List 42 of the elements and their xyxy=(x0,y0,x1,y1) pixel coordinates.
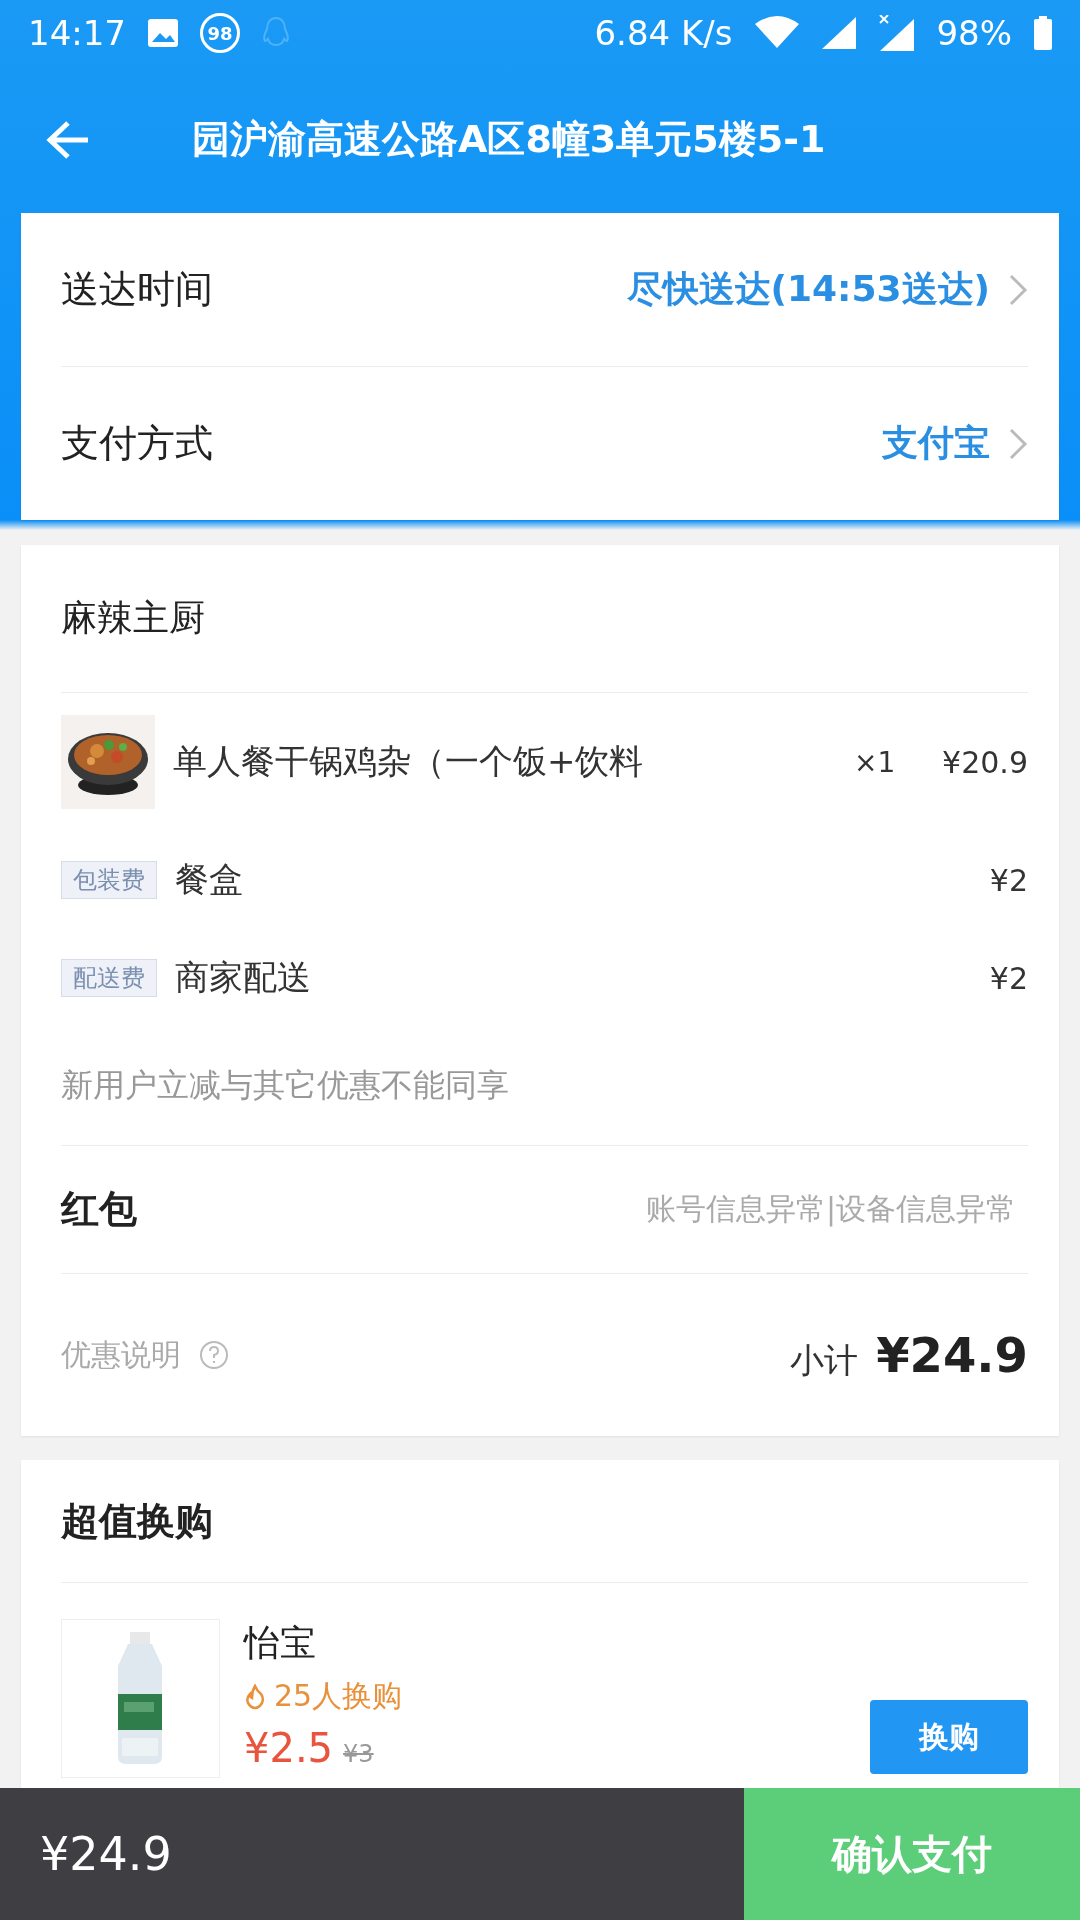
battery-percent: 98% xyxy=(936,13,1012,53)
fee-tag: 配送费 xyxy=(61,959,157,997)
clock-time: 14:17 xyxy=(28,13,126,53)
fee-price: ¥2 xyxy=(989,862,1028,898)
address-title: 园沪渝高速公路A区8幢3单元5楼5-1 xyxy=(192,116,826,163)
option-row[interactable]: 送达时间 尽快送达(14:53送达) xyxy=(61,213,1028,367)
subtotal-label: 小计 xyxy=(790,1339,859,1382)
fee-tag: 包装费 xyxy=(61,861,157,899)
fee-price: ¥2 xyxy=(989,960,1028,996)
chevron-right-icon xyxy=(1008,426,1028,461)
coupon-status: 账号信息异常|设备信息异常 xyxy=(645,1190,1016,1229)
original-price: ¥3 xyxy=(343,1740,374,1768)
signal-icon xyxy=(878,15,915,51)
item-quantity: ×1 xyxy=(854,745,897,779)
fee-name: 餐盒 xyxy=(175,858,244,901)
flame-icon xyxy=(244,1683,266,1710)
row-value: 支付宝 xyxy=(882,421,990,465)
sale-price: ¥2.5 xyxy=(244,1725,334,1771)
notification-badge: 98 xyxy=(200,13,240,53)
row-value: 尽快送达(14:53送达) xyxy=(626,267,990,311)
signal-icon xyxy=(822,17,857,49)
row-label: 支付方式 xyxy=(61,420,213,467)
row-label: 送达时间 xyxy=(61,266,213,313)
item-name: 单人餐干锅鸡杂（一个饭+饮料 xyxy=(173,740,645,783)
chevron-right-icon xyxy=(1008,272,1028,307)
coupon-row[interactable]: 红包 账号信息异常|设备信息异常 xyxy=(61,1146,1028,1274)
item-price: ¥20.9 xyxy=(942,744,1028,780)
image-icon xyxy=(148,19,178,47)
promo-note: 新用户立减与其它优惠不能同享 xyxy=(61,1065,509,1106)
coupon-label: 红包 xyxy=(61,1186,137,1233)
option-row[interactable]: 支付方式 支付宝 xyxy=(61,367,1028,520)
fee-name: 商家配送 xyxy=(175,956,312,999)
battery-icon xyxy=(1034,16,1052,50)
network-speed: 6.84 K/s xyxy=(594,13,733,53)
buyer-count: 25人换购 xyxy=(274,1677,403,1715)
section-title: 超值换购 xyxy=(61,1497,213,1545)
shop-name: 麻辣主厨 xyxy=(61,596,205,640)
product-name: 怡宝 xyxy=(244,1621,317,1665)
subtotal-amount: ¥24.9 xyxy=(876,1327,1028,1383)
total-amount: ¥24.9 xyxy=(0,1788,744,1920)
help-icon xyxy=(199,1340,229,1370)
wifi-icon xyxy=(754,16,801,50)
